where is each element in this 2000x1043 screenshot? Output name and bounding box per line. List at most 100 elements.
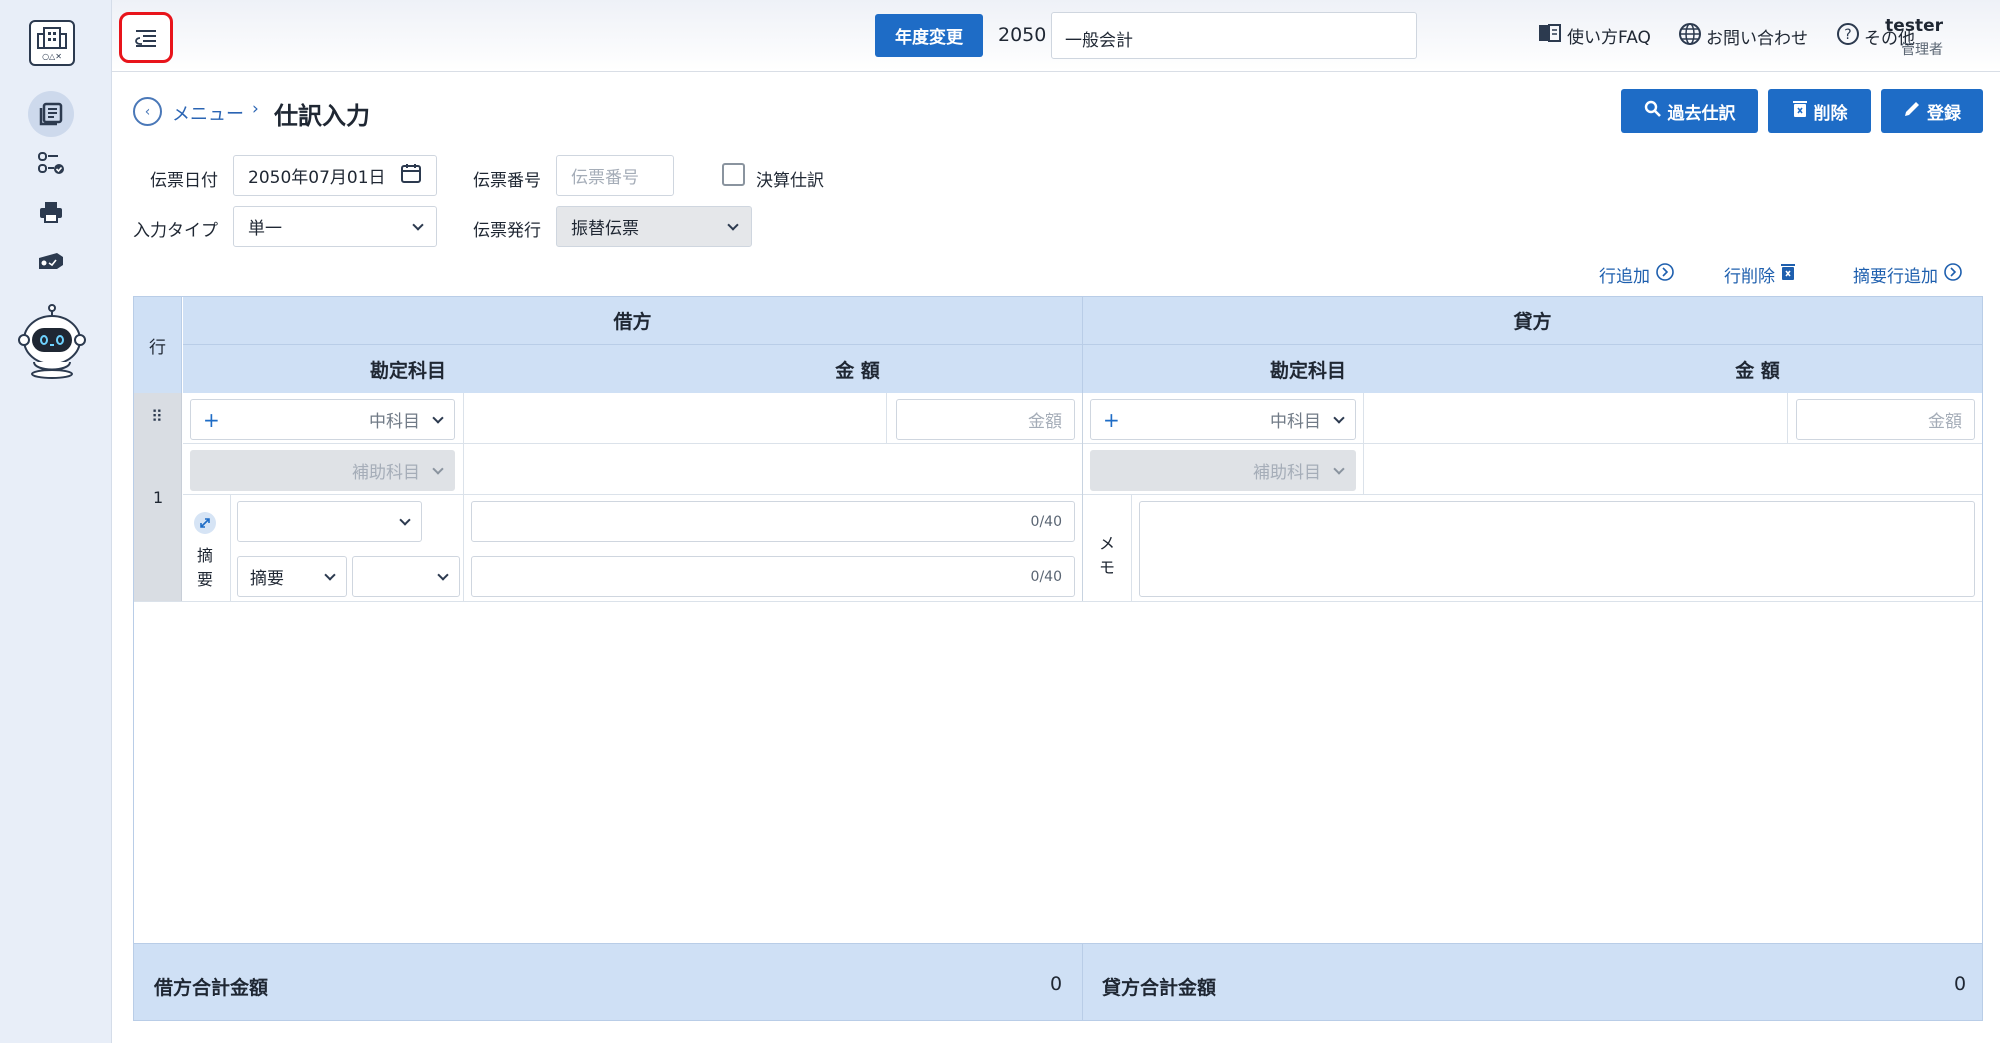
mid-account-placeholder: 中科目 bbox=[369, 412, 420, 432]
faq-link[interactable]: 使い方FAQ bbox=[1537, 22, 1651, 49]
divider bbox=[1787, 393, 1788, 444]
divider bbox=[230, 494, 231, 601]
calendar-icon[interactable] bbox=[400, 162, 422, 189]
number-input[interactable]: 伝票番号 bbox=[556, 155, 674, 196]
summary-select-2[interactable] bbox=[352, 556, 460, 597]
issue-label: 伝票発行 bbox=[473, 221, 541, 241]
chevron-down-icon bbox=[399, 513, 411, 526]
chevron-down-icon bbox=[1333, 411, 1345, 424]
credit-header: 貸方 bbox=[1083, 297, 1982, 345]
memo-label-1: メ bbox=[1099, 534, 1116, 553]
row-header: 行 bbox=[134, 297, 182, 393]
debit-header: 借方 bbox=[183, 297, 1083, 345]
globe-icon bbox=[1678, 22, 1702, 51]
memo-textarea[interactable] bbox=[1139, 501, 1975, 597]
delete-row-link[interactable]: 行削除 bbox=[1724, 262, 1796, 287]
past-journal-button[interactable]: 過去仕訳 bbox=[1621, 89, 1758, 133]
credit-account-select[interactable]: + 中科目 bbox=[1090, 399, 1356, 440]
closing-checkbox[interactable] bbox=[722, 163, 745, 186]
breadcrumb-menu-link[interactable]: メニュー bbox=[172, 100, 244, 126]
search-icon bbox=[1644, 100, 1662, 123]
delete-label: 削除 bbox=[1813, 103, 1848, 124]
user-name: tester bbox=[1885, 16, 1943, 36]
number-placeholder: 伝票番号 bbox=[571, 168, 639, 188]
debit-amount-header: 金 額 bbox=[633, 345, 1083, 393]
expand-icon[interactable] bbox=[194, 512, 216, 534]
assistant-robot-icon[interactable] bbox=[16, 304, 88, 380]
company-logo-icon[interactable]: ○△✕ bbox=[29, 20, 75, 66]
add-row-link[interactable]: 行追加 bbox=[1599, 262, 1675, 287]
divider bbox=[1082, 944, 1083, 1021]
divider bbox=[1082, 393, 1083, 601]
user-info[interactable]: tester 管理者 bbox=[1885, 16, 1943, 59]
faq-label: 使い方FAQ bbox=[1567, 28, 1651, 48]
divider bbox=[1363, 393, 1364, 494]
issue-select[interactable]: 振替伝票 bbox=[556, 206, 752, 247]
divider bbox=[1131, 494, 1132, 601]
divider bbox=[886, 393, 887, 444]
register-button[interactable]: 登録 bbox=[1881, 89, 1983, 133]
delete-row-label: 行削除 bbox=[1724, 267, 1775, 287]
credit-sub-account-select[interactable]: 補助科目 bbox=[1090, 450, 1356, 491]
debit-sub-account-select[interactable]: 補助科目 bbox=[190, 450, 455, 491]
journal-grid: 行 借方 貸方 勘定科目 金 額 勘定科目 金 額 ⠿ 1 + 中科目 金額 +… bbox=[133, 296, 1983, 1021]
workflow-nav-icon[interactable] bbox=[28, 140, 74, 186]
chevron-down-icon bbox=[324, 568, 336, 581]
char-counter: 0/40 bbox=[1030, 568, 1062, 585]
input-type-select[interactable]: 単一 bbox=[233, 206, 437, 247]
plus-icon[interactable]: + bbox=[203, 408, 220, 432]
delete-button[interactable]: 削除 bbox=[1768, 89, 1871, 133]
question-icon: ? bbox=[1836, 22, 1860, 51]
add-summary-label: 摘要行追加 bbox=[1853, 267, 1938, 287]
row-number: 1 bbox=[153, 488, 164, 507]
issue-value: 振替伝票 bbox=[571, 219, 639, 239]
date-value: 2050年07月01日 bbox=[248, 168, 386, 188]
debit-total-label: 借方合計金額 bbox=[154, 977, 269, 999]
register-label: 登録 bbox=[1927, 103, 1961, 124]
breadcrumb-separator: › bbox=[252, 99, 259, 119]
date-input[interactable]: 2050年07月01日 bbox=[233, 155, 437, 196]
summary-label-2: 要 bbox=[197, 570, 214, 589]
svg-text:?: ? bbox=[1844, 27, 1851, 43]
sub-account-placeholder: 補助科目 bbox=[352, 463, 420, 483]
contact-link[interactable]: お問い合わせ bbox=[1678, 22, 1808, 51]
debit-amount-input[interactable]: 金額 bbox=[896, 399, 1075, 440]
year-change-button[interactable]: 年度変更 bbox=[875, 14, 983, 57]
summary-select-1[interactable] bbox=[237, 501, 422, 542]
date-label: 伝票日付 bbox=[150, 171, 218, 191]
summary-text-2[interactable]: 0/40 bbox=[471, 556, 1075, 597]
chevron-down-icon bbox=[437, 568, 449, 581]
summary-type-select[interactable]: 摘要 bbox=[237, 556, 347, 597]
left-sidebar: ○△✕ bbox=[0, 0, 112, 1043]
print-nav-icon[interactable] bbox=[28, 189, 74, 235]
drag-handle-icon[interactable]: ⠿ bbox=[151, 407, 163, 426]
user-role: 管理者 bbox=[1901, 42, 1943, 58]
summary-text-1[interactable]: 0/40 bbox=[471, 501, 1075, 542]
fiscal-year-value: 2050 bbox=[998, 24, 1047, 46]
divider bbox=[134, 601, 1982, 602]
credit-amount-input[interactable]: 金額 bbox=[1796, 399, 1975, 440]
totals-bar: 借方合計金額 0 貸方合計金額 0 bbox=[134, 943, 1982, 1021]
chevron-down-icon bbox=[432, 411, 444, 424]
amount-placeholder: 金額 bbox=[1928, 412, 1962, 432]
back-icon[interactable]: ‹ bbox=[133, 97, 162, 126]
menu-toggle-icon[interactable] bbox=[119, 12, 173, 63]
amount-placeholder: 金額 bbox=[1028, 412, 1062, 432]
book-icon bbox=[1537, 22, 1563, 49]
add-summary-link[interactable]: 摘要行追加 bbox=[1853, 262, 1963, 287]
memo-label-2: モ bbox=[1099, 558, 1116, 577]
divider bbox=[463, 393, 464, 601]
pencil-icon bbox=[1903, 100, 1921, 123]
credit-total-value: 0 bbox=[1954, 973, 1967, 995]
debit-account-select[interactable]: + 中科目 bbox=[190, 399, 455, 440]
add-row-label: 行追加 bbox=[1599, 267, 1650, 287]
ledger-select[interactable]: 一般会計 bbox=[1051, 12, 1417, 59]
credit-amount-header: 金 額 bbox=[1533, 345, 1982, 393]
debit-account-header: 勘定科目 bbox=[183, 345, 633, 393]
plus-icon[interactable]: + bbox=[1103, 408, 1120, 432]
debit-total-value: 0 bbox=[1050, 973, 1063, 995]
trash-icon bbox=[1780, 263, 1796, 286]
ticket-nav-icon[interactable] bbox=[28, 238, 74, 284]
journal-nav-icon[interactable] bbox=[28, 91, 74, 137]
contact-label: お問い合わせ bbox=[1706, 29, 1808, 49]
